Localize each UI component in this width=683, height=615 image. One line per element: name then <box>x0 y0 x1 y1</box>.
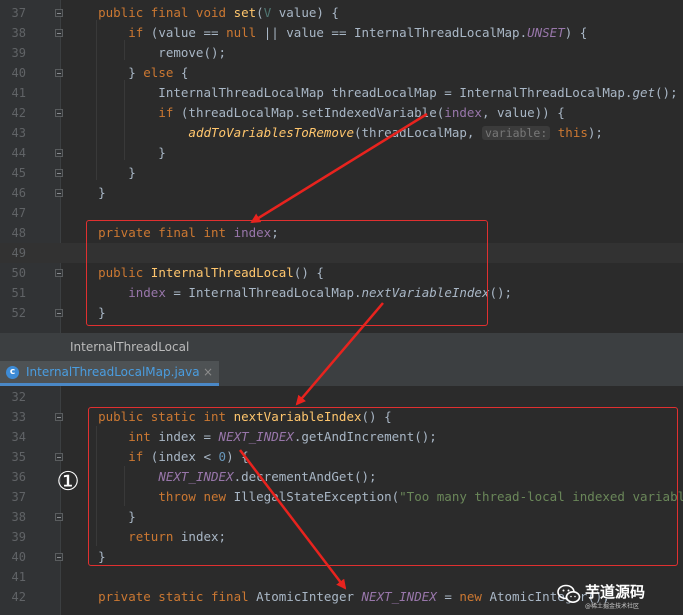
fold-icon[interactable] <box>55 269 63 277</box>
fold-icon[interactable] <box>55 413 63 421</box>
code-line: 40 } else { <box>11 65 189 80</box>
tab-internal-thread-local-map[interactable]: c InternalThreadLocalMap.java × <box>0 361 219 386</box>
parameter-hint: variable: <box>481 126 551 140</box>
code-line: 38 if (value == null || value == Interna… <box>11 25 588 40</box>
fold-icon[interactable] <box>55 513 63 521</box>
java-class-icon: c <box>6 366 19 379</box>
code-line: 32 <box>11 390 26 404</box>
code-line: 37 public final void set(V value) { <box>11 5 339 20</box>
highlight-box-constructor <box>86 220 488 326</box>
fold-icon[interactable] <box>55 29 63 37</box>
fold-icon[interactable] <box>55 189 63 197</box>
annotation-marker: ① <box>56 467 80 497</box>
fold-icon[interactable] <box>55 309 63 317</box>
close-icon[interactable]: × <box>203 361 213 383</box>
fold-icon[interactable] <box>55 169 63 177</box>
watermark-subtitle: @稀土掘金技术社区 <box>585 603 640 610</box>
code-line: 45 } <box>11 165 136 180</box>
code-line: 46 } <box>11 185 106 200</box>
editor-tab-bar: c InternalThreadLocalMap.java × <box>0 361 683 387</box>
fold-icon[interactable] <box>55 9 63 17</box>
code-line: 42 if (threadLocalMap.setIndexedVariable… <box>11 105 565 120</box>
tab-label: InternalThreadLocalMap.java <box>26 365 200 379</box>
highlight-box-next-variable-index <box>88 407 678 566</box>
wechat-logo-icon <box>557 584 581 603</box>
fold-icon[interactable] <box>55 453 63 461</box>
watermark: 芋道源码 @稀土掘金技术社区 <box>557 581 677 611</box>
code-line: 44 } <box>11 145 166 160</box>
fold-icon[interactable] <box>55 553 63 561</box>
code-line: 41 InternalThreadLocalMap threadLocalMap… <box>11 85 678 100</box>
fold-icon[interactable] <box>55 109 63 117</box>
watermark-title: 芋道源码 <box>585 583 646 601</box>
code-line: 39 remove(); <box>11 45 227 60</box>
code-line: 43 addToVariablesToRemove(threadLocalMap… <box>11 125 603 140</box>
fold-icon[interactable] <box>55 149 63 157</box>
class-tooltip: InternalThreadLocal <box>0 333 683 361</box>
fold-icon[interactable] <box>55 69 63 77</box>
